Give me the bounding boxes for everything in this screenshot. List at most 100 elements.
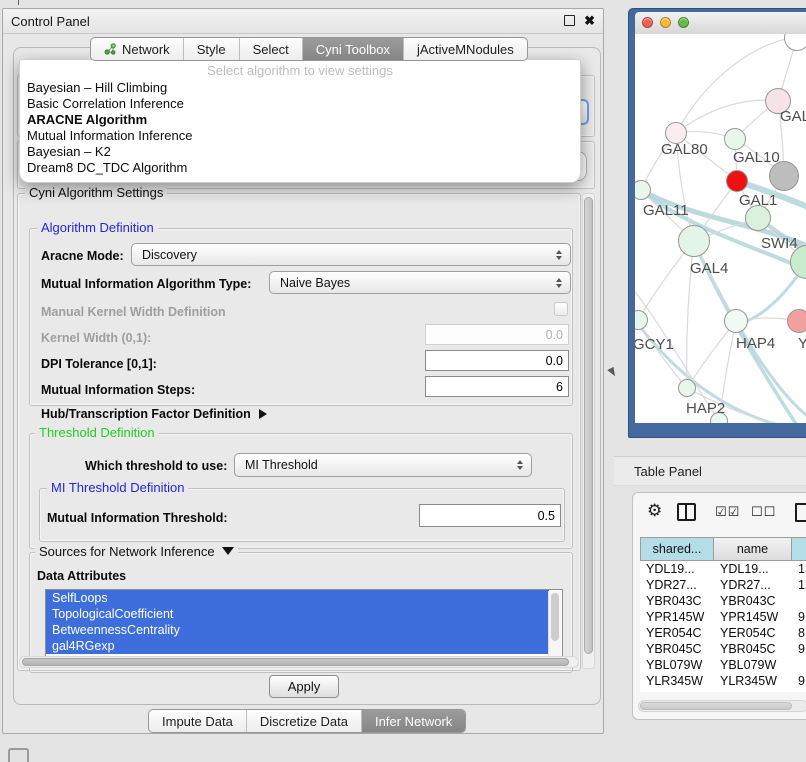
column-header-a[interactable]: A — [792, 537, 806, 561]
expand-down-icon — [222, 547, 234, 555]
attribute-betweennesscentrality[interactable]: BetweennessCentrality — [46, 622, 549, 638]
tab-label: Cyni Toolbox — [316, 42, 390, 57]
mouse-cursor — [607, 367, 617, 378]
dpi-tolerance-input[interactable]: 0.0 — [425, 350, 569, 371]
table-cell: YER054C — [640, 625, 714, 641]
mi-threshold-label: Mutual Information Threshold: — [47, 511, 228, 525]
table-cell: YPR145W — [714, 609, 792, 625]
node-y[interactable] — [787, 309, 806, 333]
table-row[interactable]: YBL079WYBL079W — [640, 657, 806, 673]
apply-button[interactable]: Apply — [269, 675, 339, 698]
tab-label: Network — [122, 42, 170, 57]
table-cell: 9. — [792, 641, 806, 657]
settings-horizontal-scrollbar[interactable] — [19, 656, 579, 668]
which-threshold-label: Which threshold to use: — [85, 459, 227, 473]
list-vertical-scrollbar[interactable] — [548, 591, 561, 657]
node-label-gal11: GAL11 — [643, 202, 689, 219]
node-gal10[interactable] — [724, 128, 746, 150]
manual-kernel-width-checkbox[interactable] — [554, 302, 568, 316]
scrollbar-thumb[interactable] — [551, 593, 559, 641]
table-row[interactable]: YER054CYER054C8. — [640, 625, 806, 641]
algorithm-option-bayesian-k2[interactable]: Bayesian – K2 — [20, 144, 580, 160]
algorithm-dropdown-list: Select algorithm to view settings Bayesi… — [19, 59, 581, 183]
dropdown-options: Bayesian – Hill ClimbingBasic Correlatio… — [20, 80, 580, 176]
zoom-button[interactable] — [678, 17, 689, 28]
scrollbar-thumb[interactable] — [640, 702, 792, 710]
tab-impute-data[interactable]: Impute Data — [149, 710, 246, 732]
table-horizontal-scrollbar[interactable] — [638, 700, 806, 712]
node-label-gal80: GAL80 — [661, 141, 708, 158]
algorithm-option-dream8-dc-tdc-algorithm[interactable]: Dream8 DC_TDC Algorithm — [20, 160, 580, 176]
scrollbar-thumb[interactable] — [22, 658, 569, 666]
close-button[interactable] — [642, 17, 653, 28]
tab-network[interactable]: Network — [91, 38, 183, 60]
table-row[interactable]: YIL052CYIL052C9 — [640, 689, 806, 692]
table-row[interactable]: YLR345WYLR345W9. — [640, 673, 806, 689]
tab-cyni-toolbox[interactable]: Cyni Toolbox — [302, 38, 403, 60]
network-window-titlebar[interactable] — [635, 12, 806, 35]
attribute-gal4rgexp[interactable]: gal4RGexp — [46, 638, 549, 654]
table-row[interactable]: YDL19...YDL19...13 — [640, 561, 806, 577]
data-attributes-list[interactable]: SelfLoopsTopologicalCoefficientBetweenne… — [45, 589, 563, 659]
table-row[interactable]: YBR043CYBR043C — [640, 593, 806, 609]
table-cell: YBR043C — [714, 593, 792, 609]
settings-vertical-scrollbar[interactable] — [582, 193, 595, 669]
tab-select[interactable]: Select — [239, 38, 302, 60]
algorithm-option-mutual-information-inference[interactable]: Mutual Information Inference — [20, 128, 580, 144]
column-header-shared[interactable]: shared... — [640, 537, 714, 561]
control-panel-titlebar[interactable]: Control Panel ✖ — [3, 9, 603, 34]
stepper-arrows-icon — [517, 460, 523, 470]
algorithm-option-basic-correlation-inference[interactable]: Basic Correlation Inference — [20, 96, 580, 112]
top-edge-artifact — [18, 0, 19, 5]
tab-discretize-data[interactable]: Discretize Data — [246, 710, 361, 732]
node-hap2[interactable] — [678, 379, 696, 397]
split-columns-icon[interactable] — [677, 503, 696, 521]
algorithm-option-aracne-algorithm[interactable]: ARACNE Algorithm — [20, 112, 580, 128]
hub-definition-expander[interactable]: Hub/Transcription Factor Definition — [41, 407, 267, 421]
table-row[interactable]: YPR145WYPR145W9. — [640, 609, 806, 625]
table-panel: ⚙☑☑☐☐ shared...nameA YDL19...YDL19...13Y… — [632, 492, 806, 720]
table-cell: 8. — [792, 625, 806, 641]
tab-jactivemnodules[interactable]: jActiveMNodules — [403, 38, 527, 60]
expand-right-icon — [259, 409, 267, 419]
column-header-name[interactable]: name — [714, 537, 792, 561]
new-table-icon[interactable] — [795, 503, 806, 522]
stepper-arrows-icon — [556, 278, 562, 288]
scrollbar-thumb[interactable] — [584, 197, 593, 654]
table-row[interactable]: YDR27...YDR27...12 — [640, 577, 806, 593]
kernel-width-input[interactable]: 0.0 — [425, 324, 569, 345]
minimize-button[interactable] — [660, 17, 671, 28]
collapsed-panel-icon[interactable] — [8, 748, 29, 762]
attribute-topologicalcoefficient[interactable]: TopologicalCoefficient — [46, 606, 549, 622]
which-threshold-select[interactable]: MI Threshold — [234, 453, 532, 477]
float-icon[interactable] — [564, 15, 575, 26]
node[interactable] — [726, 170, 748, 192]
table-row[interactable]: YBR045CYBR045C9. — [640, 641, 806, 657]
mi-threshold-input[interactable]: 0.5 — [419, 504, 561, 527]
aracne-mode-select[interactable]: Discovery — [131, 243, 571, 266]
close-icon[interactable]: ✖ — [584, 14, 595, 27]
node-hap4[interactable] — [724, 309, 748, 333]
algorithm-option-bayesian-hill-climbing[interactable]: Bayesian – Hill Climbing — [20, 80, 580, 96]
table-cell: YPR145W — [640, 609, 714, 625]
algorithm-definition-title: Algorithm Definition — [37, 221, 158, 235]
tab-style[interactable]: Style — [183, 38, 239, 60]
table-cell: 12 — [792, 577, 806, 593]
table-panel-titlebar[interactable]: Table Panel — [614, 456, 806, 486]
network-canvas[interactable]: GALGAL80GAL10GAL1GAL11SWI4GAL4GCY1HAP4YH… — [635, 34, 806, 423]
mi-algorithm-type-select[interactable]: Naive Bayes — [269, 271, 571, 294]
gear-icon[interactable]: ⚙ — [647, 503, 662, 521]
tab-infer-network[interactable]: Infer Network — [361, 710, 465, 732]
node-label-gcy1: GCY1 — [635, 336, 674, 353]
node-gal4[interactable] — [678, 225, 710, 257]
attribute-selfloops[interactable]: SelfLoops — [46, 590, 549, 606]
kernel-width-label: Kernel Width (0,1): — [41, 331, 151, 345]
mi-steps-value: 6 — [556, 380, 563, 394]
cyni-settings-title: Cyni Algorithm Settings — [25, 186, 167, 200]
deselect-all-icon[interactable]: ☐☐ — [751, 503, 776, 521]
mi-algorithm-type-label: Mutual Information Algorithm Type: — [41, 277, 251, 291]
kernel-width-value: 0.0 — [546, 328, 563, 342]
mi-steps-input[interactable]: 6 — [425, 376, 569, 397]
select-all-icon[interactable]: ☑☑ — [715, 503, 740, 521]
sources-expander[interactable]: Sources for Network Inference — [35, 545, 238, 559]
